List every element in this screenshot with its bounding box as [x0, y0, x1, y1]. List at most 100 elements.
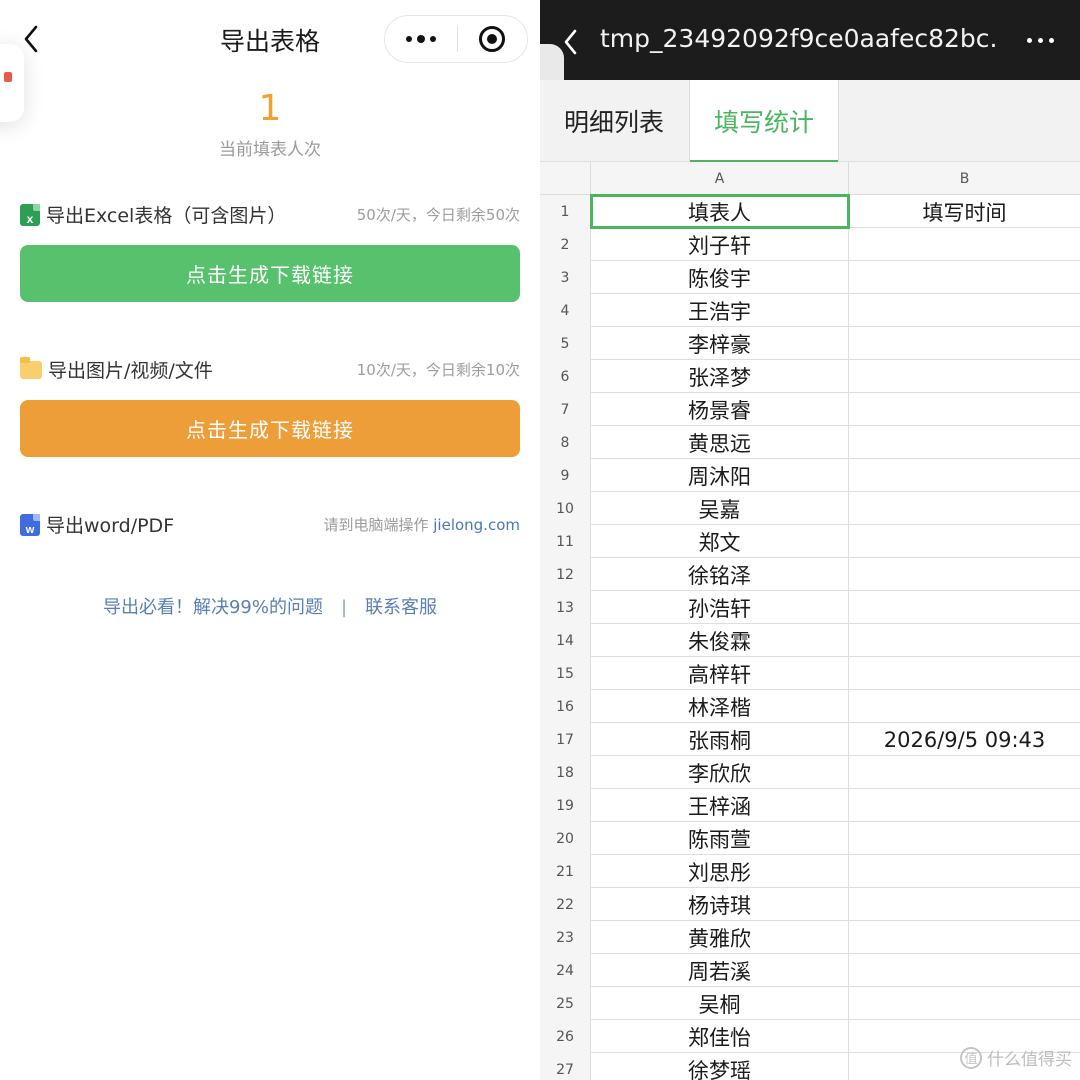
cell-a[interactable]: 吴桐 — [591, 987, 849, 1020]
contact-service-link[interactable]: 联系客服 — [365, 597, 437, 618]
cell-a[interactable]: 张泽梦 — [591, 360, 849, 393]
row-number[interactable]: 13 — [540, 591, 591, 624]
media-generate-link-button[interactable]: 点击生成下载链接 — [20, 400, 520, 457]
row-number[interactable]: 11 — [540, 525, 591, 558]
row-number[interactable]: 18 — [540, 756, 591, 789]
cell-b[interactable] — [849, 591, 1080, 624]
cell-b[interactable] — [849, 789, 1080, 822]
cell-b[interactable]: 2026/9/5 09:43 — [849, 723, 1080, 756]
table-row: 5 李梓豪 — [540, 327, 1080, 360]
cell-a[interactable]: 李欣欣 — [591, 756, 849, 789]
cell-b[interactable] — [849, 855, 1080, 888]
row-number[interactable]: 23 — [540, 921, 591, 954]
cell-a[interactable]: 黄思远 — [591, 426, 849, 459]
cell-b[interactable]: 填写时间 — [849, 195, 1080, 228]
cell-b[interactable] — [849, 327, 1080, 360]
cell-b[interactable] — [849, 525, 1080, 558]
cell-b[interactable] — [849, 987, 1080, 1020]
row-number[interactable]: 5 — [540, 327, 591, 360]
row-number[interactable]: 14 — [540, 624, 591, 657]
row-number[interactable]: 6 — [540, 360, 591, 393]
row-number[interactable]: 2 — [540, 228, 591, 261]
column-header-b[interactable]: B — [849, 162, 1080, 195]
row-number[interactable]: 20 — [540, 822, 591, 855]
cell-b[interactable] — [849, 459, 1080, 492]
cell-a[interactable]: 张雨桐 — [591, 723, 849, 756]
cell-b[interactable] — [849, 888, 1080, 921]
export-faq-link[interactable]: 导出必看！解决99%的问题 — [103, 597, 323, 618]
select-all-corner[interactable] — [540, 162, 591, 195]
row-number[interactable]: 21 — [540, 855, 591, 888]
row-number[interactable]: 22 — [540, 888, 591, 921]
excel-export-row: 导出Excel表格（可含图片） 50次/天，今日剩余50次 — [20, 201, 520, 228]
cell-a[interactable]: 黄雅欣 — [591, 921, 849, 954]
table-row: 11 郑文 — [540, 525, 1080, 558]
cell-a[interactable]: 郑佳怡 — [591, 1020, 849, 1053]
cell-b[interactable] — [849, 228, 1080, 261]
close-target-icon[interactable] — [458, 15, 528, 63]
row-number[interactable]: 24 — [540, 954, 591, 987]
cell-a[interactable]: 郑文 — [591, 525, 849, 558]
help-separator: | — [340, 597, 348, 618]
cell-a[interactable]: 吴嘉 — [591, 492, 849, 525]
cell-a[interactable]: 陈俊宇 — [591, 261, 849, 294]
tab-fill-statistics[interactable]: 填写统计 — [689, 80, 839, 163]
row-number[interactable]: 26 — [540, 1020, 591, 1053]
cell-b[interactable] — [849, 690, 1080, 723]
cell-a[interactable]: 李梓豪 — [591, 327, 849, 360]
row-number[interactable]: 19 — [540, 789, 591, 822]
cell-a[interactable]: 填表人 — [590, 194, 850, 229]
more-icon[interactable] — [1027, 38, 1054, 43]
more-icon[interactable] — [385, 15, 457, 63]
cell-a[interactable]: 孙浩轩 — [591, 591, 849, 624]
row-number[interactable]: 9 — [540, 459, 591, 492]
row-number[interactable]: 17 — [540, 723, 591, 756]
cell-b[interactable] — [849, 756, 1080, 789]
row-number[interactable]: 8 — [540, 426, 591, 459]
cell-a[interactable]: 杨景睿 — [591, 393, 849, 426]
row-number[interactable]: 7 — [540, 393, 591, 426]
cell-a[interactable]: 王梓涵 — [591, 789, 849, 822]
cell-a[interactable]: 高梓轩 — [591, 657, 849, 690]
tab-detail-list[interactable]: 明细列表 — [540, 80, 688, 162]
cell-a[interactable]: 刘子轩 — [591, 228, 849, 261]
row-number[interactable]: 4 — [540, 294, 591, 327]
cell-b[interactable] — [849, 492, 1080, 525]
cell-b[interactable] — [849, 558, 1080, 591]
cell-a[interactable]: 朱俊霖 — [591, 624, 849, 657]
row-number[interactable]: 12 — [540, 558, 591, 591]
help-links: 导出必看！解决99%的问题 | 联系客服 — [0, 593, 540, 619]
cell-a[interactable]: 周若溪 — [591, 954, 849, 987]
row-number[interactable]: 15 — [540, 657, 591, 690]
cell-b[interactable] — [849, 393, 1080, 426]
media-quota: 10次/天，今日剩余10次 — [356, 361, 520, 379]
cell-a[interactable]: 刘思彤 — [591, 855, 849, 888]
row-number[interactable]: 25 — [540, 987, 591, 1020]
nav-bar: 导出表格 — [0, 0, 540, 80]
jielong-link[interactable]: jielong.com — [433, 516, 520, 534]
row-number[interactable]: 16 — [540, 690, 591, 723]
row-number[interactable]: 3 — [540, 261, 591, 294]
cell-b[interactable] — [849, 624, 1080, 657]
cell-b[interactable] — [849, 921, 1080, 954]
cell-a[interactable]: 王浩宇 — [591, 294, 849, 327]
cell-b[interactable] — [849, 426, 1080, 459]
cell-a[interactable]: 杨诗琪 — [591, 888, 849, 921]
cell-a[interactable]: 陈雨萱 — [591, 822, 849, 855]
cell-b[interactable] — [849, 822, 1080, 855]
cell-b[interactable] — [849, 657, 1080, 690]
row-number[interactable]: 27 — [540, 1053, 591, 1080]
excel-generate-link-button[interactable]: 点击生成下载链接 — [20, 245, 520, 302]
row-number[interactable]: 1 — [540, 195, 591, 228]
row-number[interactable]: 10 — [540, 492, 591, 525]
cell-a[interactable]: 周沐阳 — [591, 459, 849, 492]
table-row: 22 杨诗琪 — [540, 888, 1080, 921]
cell-a[interactable]: 林泽楷 — [591, 690, 849, 723]
column-header-a[interactable]: A — [591, 162, 849, 195]
cell-a[interactable]: 徐梦瑶 — [591, 1053, 849, 1080]
cell-b[interactable] — [849, 954, 1080, 987]
cell-b[interactable] — [849, 360, 1080, 393]
cell-b[interactable] — [849, 261, 1080, 294]
cell-b[interactable] — [849, 294, 1080, 327]
cell-a[interactable]: 徐铭泽 — [591, 558, 849, 591]
